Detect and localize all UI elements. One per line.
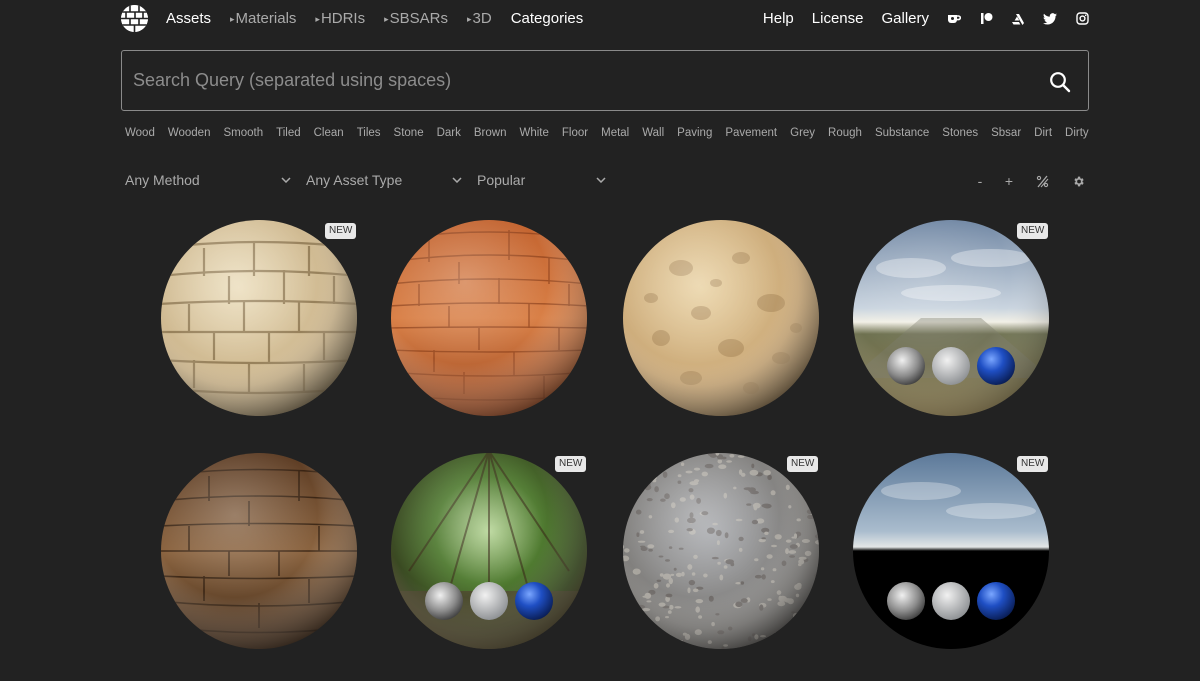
asset-card[interactable] — [159, 451, 359, 651]
nav-sbsars-label: SBSARs — [389, 10, 448, 27]
asset-thumbnail-forest — [391, 453, 587, 649]
tag-clean[interactable]: Clean — [314, 127, 344, 139]
tag-pavement[interactable]: Pavement — [725, 127, 777, 139]
asset-card[interactable] — [621, 218, 821, 418]
patreon-icon[interactable] — [979, 12, 993, 26]
tag-grey[interactable]: Grey — [790, 127, 815, 139]
asset-thumbnail-sky-dark-ground — [853, 453, 1049, 649]
tag-paving[interactable]: Paving — [677, 127, 712, 139]
percent-toggle-icon[interactable] — [1035, 174, 1049, 188]
tag-dark[interactable]: Dark — [437, 127, 461, 139]
search-box — [121, 50, 1089, 111]
tag-rough[interactable]: Rough — [828, 127, 862, 139]
blue-ball — [977, 347, 1015, 385]
asset-thumbnail-sandstone — [623, 220, 819, 416]
new-badge: NEW — [325, 223, 357, 239]
nav-3d[interactable]: ▸3D — [467, 10, 492, 27]
top-nav: Assets ▸Materials ▸HDRIs ▸SBSARs ▸3D Cat… — [0, 0, 1200, 40]
grey-ball — [932, 347, 970, 385]
tag-wooden[interactable]: Wooden — [168, 127, 211, 139]
nav-license[interactable]: License — [812, 10, 864, 27]
nav-assets[interactable]: Assets — [166, 10, 211, 27]
new-badge: NEW — [1017, 223, 1049, 239]
tag-stone[interactable]: Stone — [394, 127, 424, 139]
new-badge: NEW — [1017, 456, 1049, 472]
tag-metal[interactable]: Metal — [601, 127, 629, 139]
nav-hdris[interactable]: ▸HDRIs — [315, 10, 365, 27]
nav-hdris-label: HDRIs — [320, 10, 366, 27]
asset-type-dropdown-value: Any Asset Type — [306, 172, 403, 188]
tag-wood[interactable]: Wood — [125, 127, 155, 139]
tag-stones[interactable]: Stones — [942, 127, 978, 139]
tag-brown[interactable]: Brown — [474, 127, 507, 139]
sort-dropdown[interactable]: Popular — [477, 170, 606, 190]
search-icon[interactable] — [1049, 71, 1071, 93]
tag-white[interactable]: White — [520, 127, 549, 139]
chevron-down-icon — [281, 177, 291, 183]
tag-tiled[interactable]: Tiled — [276, 127, 301, 139]
tag-list: Wood Wooden Smooth Tiled Clean Tiles Stone Dark… — [125, 127, 1089, 139]
grey-ball — [470, 582, 508, 620]
nav-arrow-icon: ▸ — [230, 14, 235, 24]
twitter-icon[interactable] — [1043, 12, 1057, 26]
tag-dirty[interactable]: Dirty — [1065, 127, 1089, 139]
chevron-down-icon — [596, 177, 606, 183]
artstation-icon[interactable] — [1011, 12, 1025, 26]
asset-type-dropdown[interactable]: Any Asset Type — [306, 170, 462, 190]
instagram-icon[interactable] — [1075, 12, 1089, 26]
asset-card[interactable]: NEW — [851, 218, 1051, 418]
ko-fi-icon[interactable] — [947, 12, 961, 26]
tag-tiles[interactable]: Tiles — [357, 127, 381, 139]
new-badge: NEW — [555, 456, 587, 472]
gear-icon[interactable] — [1071, 174, 1085, 188]
asset-thumbnail-wood-planks-brown — [161, 453, 357, 649]
chevron-down-icon — [452, 177, 462, 183]
asset-card[interactable]: NEW — [851, 451, 1051, 651]
tag-wall[interactable]: Wall — [642, 127, 664, 139]
nav-arrow-icon: ▸ — [467, 14, 472, 24]
method-dropdown-value: Any Method — [125, 172, 200, 188]
asset-card[interactable]: NEW — [621, 451, 821, 651]
nav-gallery[interactable]: Gallery — [881, 10, 929, 27]
nav-arrow-icon: ▸ — [315, 14, 320, 24]
secondary-nav: Help License Gallery — [745, 10, 1089, 27]
asset-card[interactable] — [389, 218, 589, 418]
nav-3d-label: 3D — [472, 10, 492, 27]
asset-card[interactable]: NEW — [159, 218, 359, 418]
blue-ball — [977, 582, 1015, 620]
nav-sbsars[interactable]: ▸SBSARs — [384, 10, 448, 27]
site-logo[interactable] — [121, 5, 148, 32]
asset-card[interactable]: NEW — [389, 451, 589, 651]
chrome-ball — [425, 582, 463, 620]
zoom-in-button[interactable]: + — [1002, 173, 1016, 189]
asset-thumbnail-gravel — [623, 453, 819, 649]
asset-thumbnail-field-sky — [853, 220, 1049, 416]
nav-materials-label: Materials — [235, 10, 297, 27]
nav-arrow-icon: ▸ — [384, 14, 389, 24]
tag-sbsar[interactable]: Sbsar — [991, 127, 1021, 139]
nav-categories[interactable]: Categories — [511, 10, 584, 27]
asset-thumbnail-stone-bricks — [161, 220, 357, 416]
asset-thumbnail-wood-planks-orange — [391, 220, 587, 416]
nav-help[interactable]: Help — [763, 10, 794, 27]
chrome-ball — [887, 582, 925, 620]
search-input[interactable] — [133, 51, 1033, 110]
chrome-ball — [887, 347, 925, 385]
zoom-out-button[interactable]: - — [973, 173, 987, 189]
tag-dirt[interactable]: Dirt — [1034, 127, 1052, 139]
sort-dropdown-value: Popular — [477, 172, 526, 188]
grey-ball — [932, 582, 970, 620]
method-dropdown[interactable]: Any Method — [125, 170, 291, 190]
tag-substance[interactable]: Substance — [875, 127, 929, 139]
nav-materials[interactable]: ▸Materials — [230, 10, 296, 27]
tag-floor[interactable]: Floor — [562, 127, 588, 139]
primary-nav: Assets ▸Materials ▸HDRIs ▸SBSARs ▸3D Cat… — [166, 10, 602, 27]
tag-smooth[interactable]: Smooth — [223, 127, 263, 139]
blue-ball — [515, 582, 553, 620]
new-badge: NEW — [787, 456, 819, 472]
